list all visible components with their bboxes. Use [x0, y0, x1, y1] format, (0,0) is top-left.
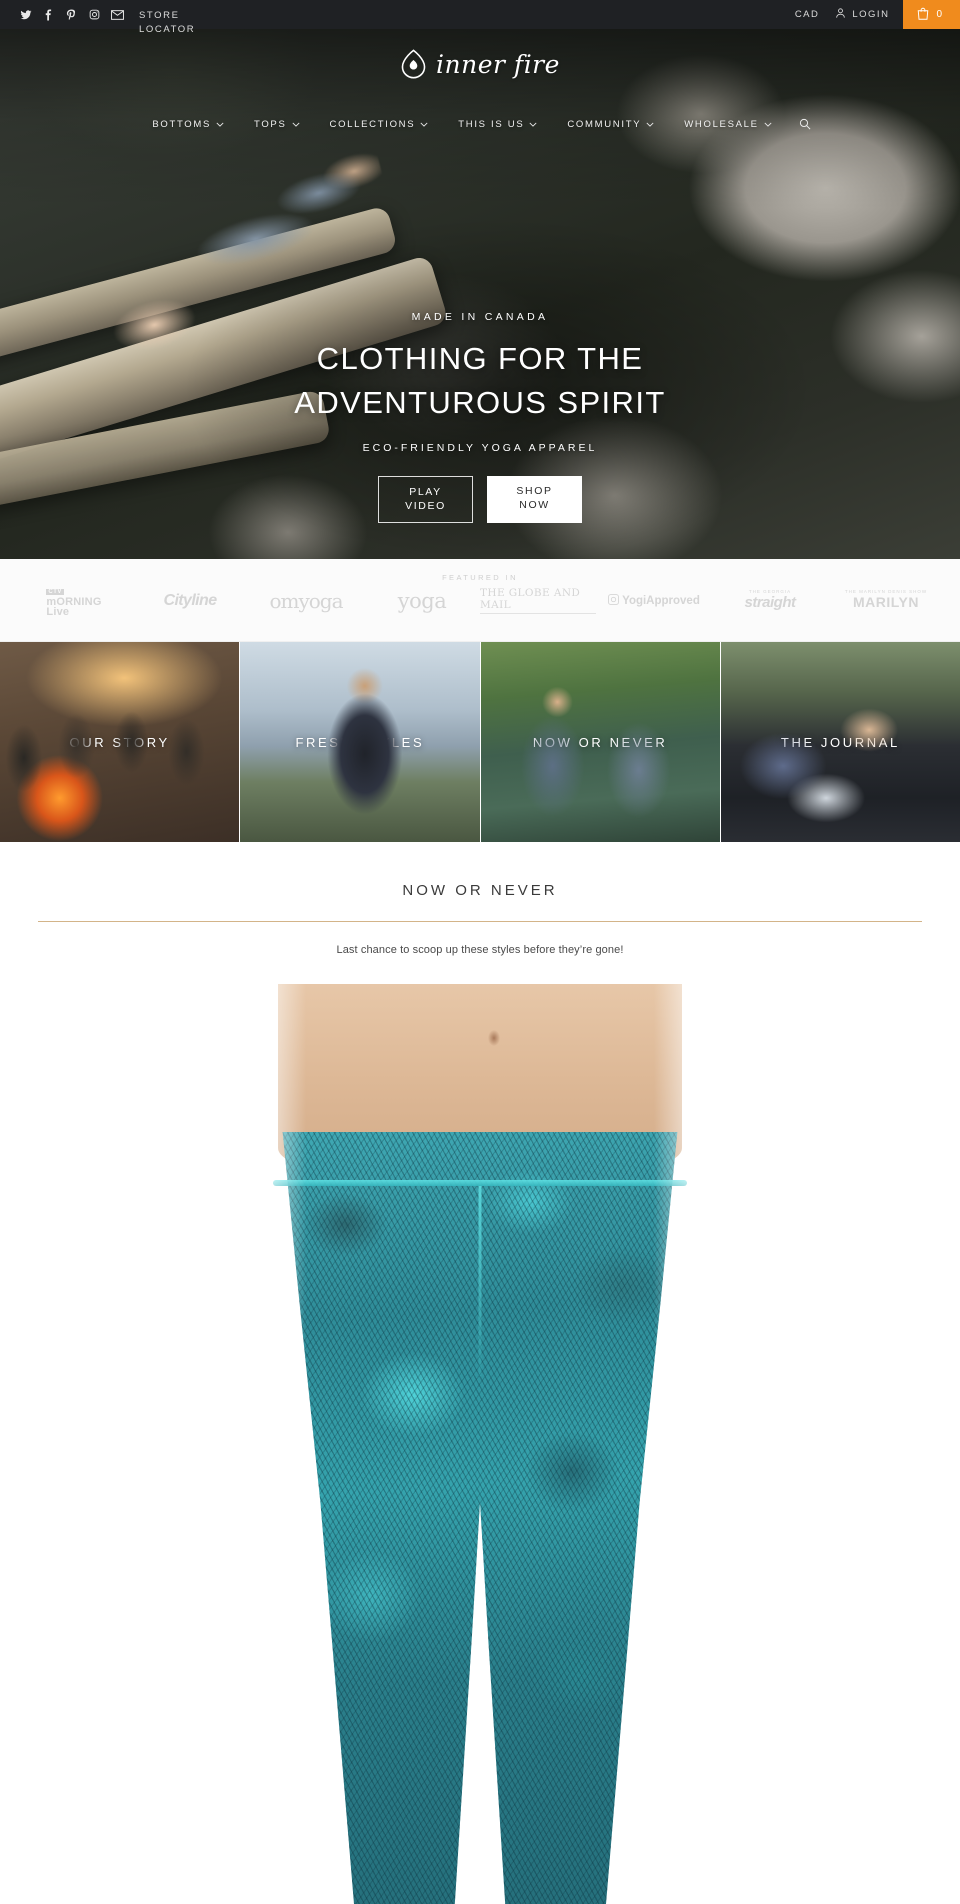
- chevron-down-icon: [292, 119, 300, 130]
- chevron-down-icon: [529, 119, 537, 130]
- straight-logo-text: straight: [744, 594, 796, 611]
- featured-in-bar: FEATURED IN CTV mORNING Live Cityline om…: [0, 559, 960, 642]
- nav-item-bottoms[interactable]: BOTTOMS: [137, 119, 239, 130]
- social-links: STORE LOCATOR: [0, 0, 203, 35]
- shop-now-label-line-1: SHOP: [516, 485, 553, 497]
- play-video-label-line-2: VIDEO: [405, 500, 446, 512]
- chevron-down-icon: [764, 119, 772, 130]
- nav-item-this-is-us[interactable]: THIS IS US: [443, 119, 552, 130]
- nav-label: COMMUNITY: [567, 118, 642, 130]
- yoga-logo-text: yoga: [397, 588, 447, 613]
- ctv-morning-live-logo: CTV mORNING Live: [16, 581, 132, 621]
- utility-bar-right: CAD LOGIN 0: [783, 0, 960, 29]
- email-icon[interactable]: [106, 0, 129, 29]
- nav-label: BOTTOMS: [152, 118, 212, 130]
- cityline-logo: Cityline: [132, 581, 248, 621]
- section-title: NOW OR NEVER: [402, 882, 558, 899]
- currency-selector[interactable]: CAD: [783, 9, 832, 20]
- yogiapproved-logo-text: YogiApproved: [622, 594, 700, 607]
- instagram-icon[interactable]: [83, 0, 106, 29]
- twitter-icon[interactable]: [14, 0, 37, 29]
- nav-label: WHOLESALE: [684, 118, 759, 130]
- tile-now-or-never-label: NOW OR NEVER: [532, 734, 668, 750]
- store-locator-link[interactable]: STORE LOCATOR: [139, 9, 203, 37]
- marilyn-logo-text: MARILYN: [853, 594, 919, 610]
- login-link[interactable]: LOGIN: [831, 7, 903, 22]
- product-showcase: [0, 984, 960, 1904]
- nav-item-wholesale[interactable]: WHOLESALE: [669, 119, 786, 130]
- omyoga-logo-text: omyoga: [269, 588, 343, 613]
- omyoga-logo: omyoga: [248, 581, 364, 621]
- section-subtitle: Last chance to scoop up these styles bef…: [336, 944, 624, 956]
- tile-now-or-never[interactable]: NOW OR NEVER: [479, 642, 720, 842]
- search-icon[interactable]: [787, 118, 823, 130]
- cart-count: 0: [936, 9, 943, 20]
- main-navigation: BOTTOMS TOPS COLLECTIONS THIS IS US COMM…: [0, 111, 960, 137]
- nav-label: TOPS: [254, 118, 287, 130]
- login-label: LOGIN: [852, 9, 890, 20]
- tile-fresh-styles[interactable]: FRESH STYLES: [239, 642, 480, 842]
- user-icon: [835, 7, 846, 22]
- shop-now-button[interactable]: SHOP NOW: [487, 476, 582, 523]
- marilyn-logo: THE MARILYN DENIS SHOW MARILYN: [828, 581, 944, 621]
- pinterest-icon[interactable]: [60, 0, 83, 29]
- hero-title: CLOTHING FOR THE ADVENTUROUS SPIRIT: [0, 337, 960, 425]
- page-root: STORE LOCATOR CAD LOGIN 0 inner fire BOT…: [0, 0, 960, 1904]
- ctv-logo-line-1: CTV: [46, 588, 64, 595]
- nav-item-collections[interactable]: COLLECTIONS: [315, 119, 444, 130]
- tile-our-story-label: OUR STORY: [69, 734, 170, 750]
- site-logo[interactable]: inner fire: [0, 29, 960, 81]
- hero-title-line-2: ADVENTUROUS SPIRIT: [294, 385, 666, 420]
- chevron-down-icon: [420, 119, 428, 130]
- hero-copy: MADE IN CANADA CLOTHING FOR THE ADVENTUR…: [0, 311, 960, 523]
- hero-buttons: PLAY VIDEO SHOP NOW: [0, 476, 960, 523]
- hero-subtitle: ECO-FRIENDLY YOGA APPAREL: [362, 442, 598, 454]
- product-image-link[interactable]: [245, 984, 715, 1904]
- chevron-down-icon: [646, 119, 654, 130]
- chevron-down-icon: [216, 119, 224, 130]
- facebook-icon[interactable]: [37, 0, 60, 29]
- nav-item-tops[interactable]: TOPS: [239, 119, 315, 130]
- hero-banner: inner fire BOTTOMS TOPS COLLECTIONS THIS…: [0, 29, 960, 559]
- section-divider: [38, 921, 922, 922]
- nav-item-community[interactable]: COMMUNITY: [552, 119, 669, 130]
- play-video-button[interactable]: PLAY VIDEO: [378, 476, 473, 523]
- tile-the-journal[interactable]: THE JOURNAL: [719, 642, 960, 842]
- yogiapproved-logo: YogiApproved: [596, 581, 712, 621]
- utility-bar: STORE LOCATOR CAD LOGIN 0: [0, 0, 960, 35]
- cityline-logo-text: Cityline: [163, 591, 218, 609]
- play-video-label-line-1: PLAY: [409, 486, 442, 498]
- hero-title-line-1: CLOTHING FOR THE: [316, 341, 644, 376]
- tile-the-journal-label: THE JOURNAL: [780, 734, 900, 750]
- category-tiles: OUR STORY FRESH STYLES NOW OR NEVER THE …: [0, 642, 960, 842]
- georgia-straight-logo: THE GEORGIA straight: [712, 581, 828, 621]
- globe-and-mail-logo: THE GLOBE AND MAIL: [480, 581, 596, 621]
- ctv-logo-line-3: Live: [46, 605, 70, 618]
- nav-label: THIS IS US: [458, 118, 525, 130]
- yogi-mandala-icon: [608, 593, 620, 608]
- flame-logo-icon: [400, 49, 427, 79]
- nav-label: COLLECTIONS: [329, 118, 416, 130]
- logo-wordmark: inner fire: [436, 49, 560, 79]
- shop-now-label-line-2: NOW: [519, 499, 550, 511]
- yoga-logo: yoga: [364, 581, 480, 621]
- cart-icon: [917, 7, 929, 23]
- tile-our-story[interactable]: OUR STORY: [0, 642, 240, 842]
- cart-button[interactable]: 0: [903, 0, 960, 29]
- featured-logos: CTV mORNING Live Cityline omyoga yoga TH…: [0, 559, 960, 642]
- globe-logo-text: THE GLOBE AND MAIL: [480, 587, 596, 614]
- hero-eyebrow: MADE IN CANADA: [411, 311, 549, 323]
- tile-fresh-styles-label: FRESH STYLES: [295, 734, 425, 750]
- now-or-never-section: NOW OR NEVER Last chance to scoop up the…: [0, 842, 960, 1904]
- product-image: [245, 984, 715, 1904]
